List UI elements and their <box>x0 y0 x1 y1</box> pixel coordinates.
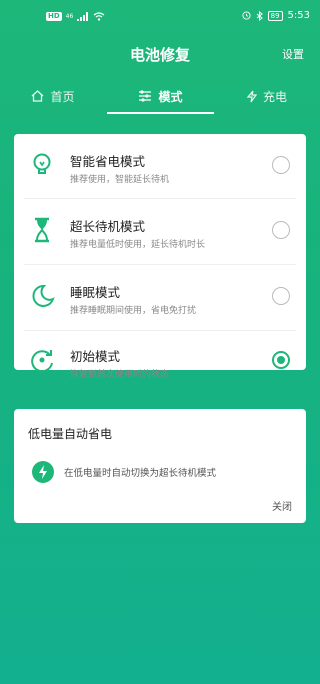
mode-list: 智能省电模式 推荐使用，智能延长待机 超长待机模式 推荐电量低时使用，延长待机时… <box>14 134 306 380</box>
mode-name: 超长待机模式 <box>70 219 146 234</box>
wifi-icon <box>93 12 105 21</box>
tab-bar: 首页 模式 充电 <box>0 80 320 114</box>
mode-desc: 推荐睡眠期间使用，省电免打扰 <box>70 306 197 316</box>
tab-label: 充电 <box>262 89 287 104</box>
tab-label: 模式 <box>158 89 183 104</box>
mode-item-smart[interactable]: 智能省电模式 推荐使用，智能延长待机 <box>14 136 306 195</box>
divider <box>24 264 296 265</box>
status-bar: HD 46 89 5:53 <box>0 0 320 36</box>
active-tab-indicator <box>107 112 214 114</box>
hd-indicator: HD <box>46 12 62 21</box>
title-bar: 电池修复 设置 <box>0 36 320 68</box>
sliders-icon <box>139 90 152 102</box>
tab-home[interactable]: 首页 <box>0 80 106 112</box>
mode-radio[interactable] <box>272 221 290 239</box>
settings-button[interactable]: 设置 <box>282 46 304 62</box>
reset-icon <box>31 350 53 373</box>
card-title: 低电量自动省电 <box>28 427 113 441</box>
mode-name: 智能省电模式 <box>70 154 146 169</box>
network-type: 46 <box>65 13 74 20</box>
mode-item-sleep[interactable]: 睡眠模式 推荐睡眠期间使用，省电免打扰 <box>14 267 306 326</box>
bolt-badge <box>32 461 54 483</box>
mode-desc: 恢复到首次使用时的状态 <box>70 370 170 380</box>
bolt-icon <box>39 465 47 479</box>
moon-icon <box>32 284 55 307</box>
close-button[interactable]: 关闭 <box>272 498 292 513</box>
signal-icon <box>77 12 89 21</box>
mode-name: 睡眠模式 <box>70 285 121 300</box>
mode-desc: 推荐使用，智能延长待机 <box>70 175 170 185</box>
mode-item-standby[interactable]: 超长待机模式 推荐电量低时使用，延长待机时长 <box>14 201 306 260</box>
mode-name: 初始模式 <box>70 349 121 364</box>
mode-item-initial[interactable]: 初始模式 恢复到首次使用时的状态 <box>14 331 306 390</box>
low-battery-card: 低电量自动省电 在低电量时自动切换为超长待机模式 关闭 <box>14 409 306 523</box>
tab-mode[interactable]: 模式 <box>107 80 214 112</box>
battery-icon: 89 <box>267 10 283 21</box>
bulb-icon <box>33 153 51 174</box>
clock: 5:53 <box>287 10 310 21</box>
card-text: 在低电量时自动切换为超长待机模式 <box>64 468 217 479</box>
alarm-icon <box>242 11 251 20</box>
bluetooth-icon <box>256 10 263 21</box>
home-icon <box>32 90 44 102</box>
mode-desc: 推荐电量低时使用，延长待机时长 <box>70 240 206 250</box>
hourglass-icon <box>35 217 49 243</box>
mode-radio-selected[interactable] <box>272 351 290 369</box>
bolt-icon <box>246 90 257 102</box>
divider <box>24 198 296 199</box>
mode-radio[interactable] <box>272 156 290 174</box>
mode-radio[interactable] <box>272 287 290 305</box>
tab-label: 首页 <box>50 89 75 104</box>
page-title: 电池修复 <box>129 46 190 64</box>
tab-charge[interactable]: 充电 <box>214 80 320 112</box>
